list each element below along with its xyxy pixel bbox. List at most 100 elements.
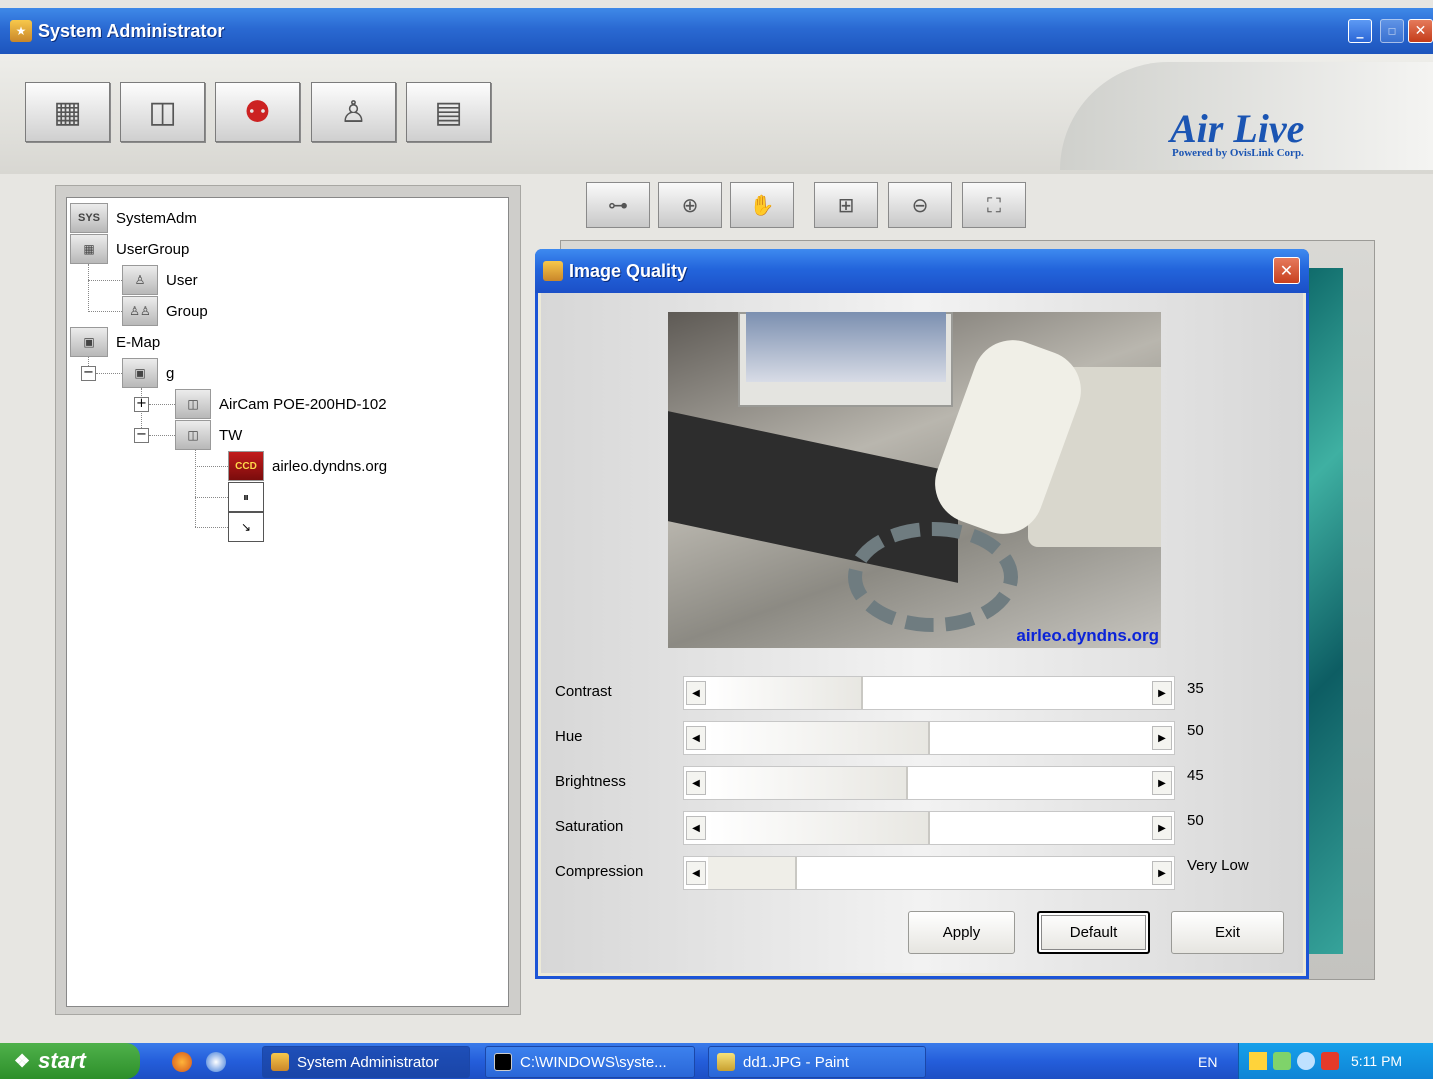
dialog-close-button[interactable]: ✕ [1273, 257, 1300, 284]
user-group-icon: ♙ [340, 94, 367, 130]
right-arrow-icon[interactable]: ▶ [1152, 726, 1172, 750]
zoom-out-icon: ⊖ [911, 193, 929, 217]
tree-node-camera-tw[interactable]: ◫ TW [175, 420, 242, 450]
tree-node-emap[interactable]: ▣ E-Map [70, 327, 160, 357]
tree-node-usergroup[interactable]: ▦ UserGroup [70, 234, 189, 264]
tree-connector [149, 435, 175, 436]
pan-button[interactable]: ✋ [730, 182, 794, 228]
firefox-icon[interactable] [172, 1052, 192, 1072]
tree-label: Group [166, 302, 208, 320]
layout-icon: ▤ [434, 94, 463, 130]
map-icon: ▣ [122, 358, 158, 388]
tray-app-icon[interactable] [1249, 1052, 1267, 1070]
task-cmd[interactable]: C:\WINDOWS\syste... [485, 1046, 695, 1078]
ccd-icon: CCD [228, 451, 264, 481]
zoom-out-button[interactable]: ⊖ [888, 182, 952, 228]
video-wall-button[interactable]: ▦ [25, 82, 110, 142]
brightness-label: Brightness [555, 773, 626, 790]
windows-logo-icon: ❖ [14, 1050, 31, 1071]
tree-connector [88, 311, 122, 312]
collapse-toggle[interactable]: − [134, 428, 149, 443]
minimize-button[interactable]: _ [1348, 19, 1372, 43]
compression-slider[interactable]: ◀ ▶ [683, 856, 1175, 890]
network-icon[interactable] [1273, 1052, 1291, 1070]
volume-icon[interactable] [1297, 1052, 1315, 1070]
hue-slider[interactable]: ◀ ▶ [683, 721, 1175, 755]
system-tray: 5:11 PM [1238, 1043, 1433, 1079]
tree-label: AirCam POE-200HD-102 [219, 395, 387, 413]
tree-label: User [166, 271, 198, 289]
tree-node-io[interactable]: ⏸ [228, 482, 272, 512]
dialog-title: Image Quality [569, 260, 688, 281]
left-arrow-icon[interactable]: ◀ [686, 726, 706, 750]
slider-thumb[interactable] [708, 812, 930, 844]
default-button[interactable]: Default [1037, 911, 1150, 954]
tree-node-map-g[interactable]: ▣ g [122, 358, 174, 388]
tree-connector [88, 264, 89, 312]
start-button[interactable]: ❖ start [0, 1043, 140, 1079]
right-arrow-icon[interactable]: ▶ [1152, 861, 1172, 885]
tree-label: UserGroup [116, 240, 190, 258]
group-icon: ♙♙ [122, 296, 158, 326]
task-system-administrator[interactable]: System Administrator [262, 1046, 470, 1078]
apply-button[interactable]: Apply [908, 911, 1015, 954]
zoom-fit-button[interactable]: ⊞ [814, 182, 878, 228]
left-arrow-icon[interactable]: ◀ [686, 681, 706, 705]
maximize-button[interactable]: ▫ [1380, 19, 1404, 43]
tree-connector [149, 404, 175, 405]
window-title: System Administrator [38, 20, 225, 41]
tree-node-systemadm[interactable]: SYS SystemAdm [70, 203, 197, 233]
expand-toggle[interactable]: + [134, 397, 149, 412]
right-arrow-icon[interactable]: ▶ [1152, 816, 1172, 840]
saturation-value: 50 [1187, 812, 1204, 829]
tree-connector [195, 497, 228, 498]
compression-label: Compression [555, 863, 644, 880]
camera-button[interactable]: ◫ [120, 82, 205, 142]
start-label: start [38, 1048, 86, 1073]
camera-icon: ◫ [175, 420, 211, 450]
contrast-label: Contrast [555, 683, 612, 700]
right-arrow-icon[interactable]: ▶ [1152, 771, 1172, 795]
slider-thumb[interactable] [708, 857, 797, 889]
hue-label: Hue [555, 728, 583, 745]
connect-button[interactable]: ⊶ [586, 182, 650, 228]
left-arrow-icon[interactable]: ◀ [686, 771, 706, 795]
language-indicator[interactable]: EN [1198, 1054, 1217, 1070]
map-icon: ▣ [70, 327, 108, 357]
slider-thumb[interactable] [708, 722, 930, 754]
contrast-value: 35 [1187, 680, 1204, 697]
window-titlebar[interactable]: ★ System Administrator _ ▫ ✕ [0, 8, 1433, 54]
left-arrow-icon[interactable]: ◀ [686, 816, 706, 840]
layout-button[interactable]: ▤ [406, 82, 491, 142]
brand-logo: Air Live [1170, 106, 1305, 151]
tree-node-group[interactable]: ♙♙ Group [122, 296, 208, 326]
exit-button[interactable]: Exit [1171, 911, 1284, 954]
tree-node-camera-aircam[interactable]: ◫ AirCam POE-200HD-102 [175, 389, 387, 419]
collapse-toggle[interactable]: − [81, 366, 96, 381]
security-icon[interactable] [1321, 1052, 1339, 1070]
tree-label: SystemAdm [116, 209, 197, 227]
right-arrow-icon[interactable]: ▶ [1152, 681, 1172, 705]
left-arrow-icon[interactable]: ◀ [686, 861, 706, 885]
task-paint[interactable]: dd1.JPG - Paint [708, 1046, 926, 1078]
dialog-titlebar[interactable]: Image Quality [535, 249, 1309, 293]
saturation-slider[interactable]: ◀ ▶ [683, 811, 1175, 845]
slider-thumb[interactable] [708, 677, 863, 709]
fullscreen-icon: ⛶ [987, 193, 1001, 217]
contrast-slider[interactable]: ◀ ▶ [683, 676, 1175, 710]
user-group-button[interactable]: ♙ [311, 82, 396, 142]
video-wall-icon: ▦ [53, 94, 82, 130]
saturation-label: Saturation [555, 818, 624, 835]
zoom-in-button[interactable]: ⊕ [658, 182, 722, 228]
fullscreen-button[interactable]: ⛶ [962, 182, 1026, 228]
tree-node-user[interactable]: ♙ User [122, 265, 198, 295]
video-preview: airleo.dyndns.org [668, 312, 1161, 648]
tree-node-output[interactable]: ↘ [228, 512, 272, 542]
browser-icon[interactable] [206, 1052, 226, 1072]
brightness-slider[interactable]: ◀ ▶ [683, 766, 1175, 800]
paint-icon [717, 1053, 735, 1071]
slider-thumb[interactable] [708, 767, 908, 799]
close-button[interactable]: ✕ [1408, 19, 1433, 43]
tree-node-stream[interactable]: CCD airleo.dyndns.org [228, 451, 387, 481]
group-alarm-button[interactable]: ⚉ [215, 82, 300, 142]
